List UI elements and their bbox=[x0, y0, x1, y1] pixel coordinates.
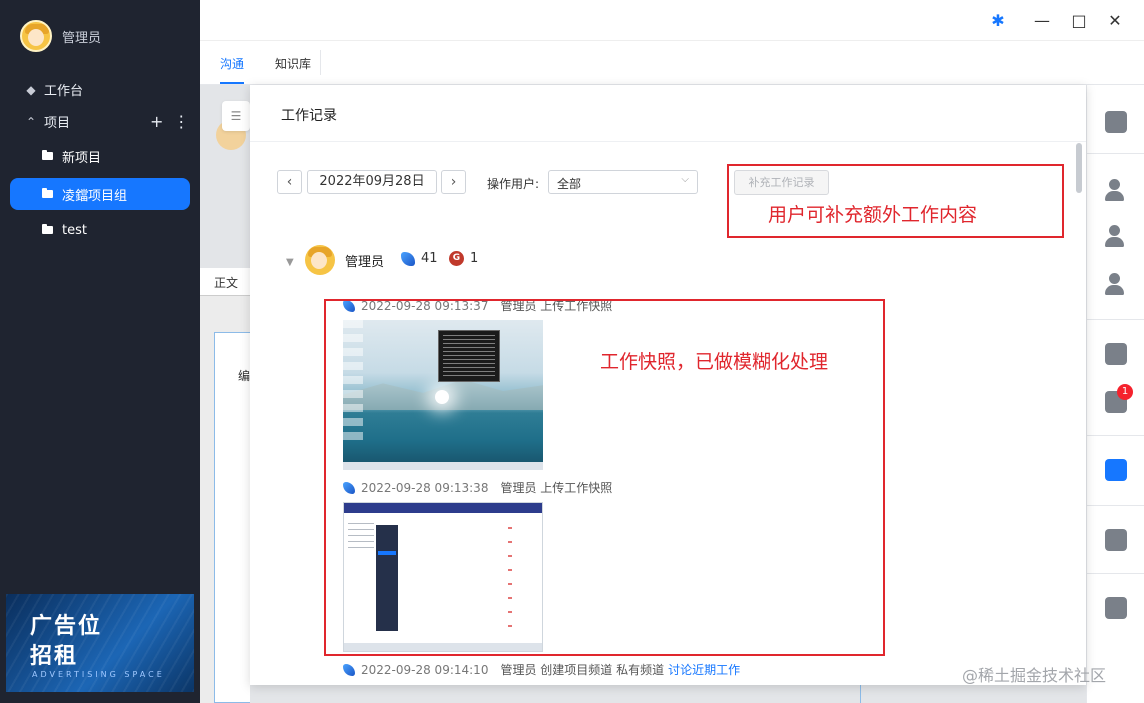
ad-line2: 招租 bbox=[30, 644, 79, 669]
prev-day-button[interactable]: ‹ bbox=[277, 170, 302, 194]
divider bbox=[1087, 319, 1144, 320]
record-text: 管理员 创建项目频道 私有频道 bbox=[500, 663, 665, 677]
document-icon[interactable] bbox=[1105, 111, 1127, 133]
members-icon[interactable] bbox=[1105, 179, 1127, 201]
bug-icon[interactable]: ✱ bbox=[986, 8, 1010, 32]
nav-projects-label: 项目 bbox=[44, 116, 71, 131]
background-strip: 正文 bbox=[200, 268, 250, 296]
scrollbar[interactable] bbox=[1076, 143, 1082, 193]
watermark: @稀土掘金技术社区 bbox=[962, 666, 1107, 685]
tab-divider bbox=[320, 50, 321, 75]
sidebar: 管理员 ◆ 工作台 ⌃ 项目 + ⋮ 新项目 凌鐺项目组 test 广告位 招租… bbox=[0, 0, 200, 703]
next-day-button[interactable]: › bbox=[441, 170, 466, 194]
star-member-icon[interactable] bbox=[1105, 225, 1127, 247]
cube-icon: ◆ bbox=[26, 82, 36, 97]
sidebar-item-lingdang[interactable]: 凌鐺项目组 bbox=[10, 178, 190, 210]
title-bar: ✱ — □ ✕ bbox=[200, 0, 1144, 40]
record-user-name: 管理员 bbox=[345, 255, 385, 270]
annotation-add-text: 用户可补充额外工作内容 bbox=[768, 204, 978, 226]
divider bbox=[1087, 153, 1144, 154]
date-picker[interactable]: 2022年09月28日 bbox=[307, 170, 437, 194]
nav-workbench[interactable]: ◆ 工作台 bbox=[24, 80, 84, 100]
user-filter-select[interactable]: 全部 ⌵ bbox=[548, 170, 698, 194]
background-doc-inner bbox=[214, 332, 250, 703]
annotation-snapshot-text: 工作快照，已做模糊化处理 bbox=[600, 351, 829, 373]
ad-banner[interactable]: 广告位 招租 ADVERTISING SPACE bbox=[6, 594, 194, 692]
record-time: 2022-09-28 09:14:10 bbox=[361, 662, 489, 677]
g-count: 1 bbox=[470, 251, 479, 266]
bird-icon bbox=[401, 251, 415, 266]
nav-workbench-label: 工作台 bbox=[44, 84, 84, 99]
chevron-down-icon: ⌵ bbox=[681, 174, 689, 185]
folder-icon bbox=[42, 150, 53, 160]
tab-bar: 沟通 知识库 bbox=[200, 40, 1144, 85]
user-name: 管理员 bbox=[62, 30, 102, 46]
bird-count: 41 bbox=[421, 251, 438, 266]
user-filter-label: 操作用户: bbox=[487, 177, 540, 191]
sidebar-item-label: 新项目 bbox=[62, 150, 102, 166]
g-stat: G 1 bbox=[449, 251, 478, 266]
close-icon[interactable]: ✕ bbox=[1103, 8, 1127, 32]
sidebar-item-test[interactable]: test bbox=[10, 214, 190, 246]
apps-icon[interactable] bbox=[1105, 597, 1127, 619]
nav-projects[interactable]: ⌃ 项目 bbox=[24, 112, 71, 132]
notification-badge: 1 bbox=[1117, 384, 1133, 400]
divider bbox=[1087, 573, 1144, 574]
record-entry: 2022-09-28 09:14:10 管理员 创建项目频道 私有频道 讨论近期… bbox=[343, 661, 740, 678]
right-toolbar bbox=[1086, 85, 1144, 703]
maximize-icon[interactable]: □ bbox=[1067, 8, 1091, 32]
folder-icon bbox=[42, 188, 53, 198]
user-profile[interactable]: 管理员 bbox=[20, 20, 101, 52]
work-record-icon[interactable] bbox=[1105, 459, 1127, 481]
channel-link[interactable]: 讨论近期工作 bbox=[668, 661, 740, 678]
ad-line3: ADVERTISING SPACE bbox=[32, 670, 165, 679]
g-icon: G bbox=[449, 251, 464, 266]
divider bbox=[1087, 505, 1144, 506]
bird-icon bbox=[343, 663, 355, 676]
folder-icon bbox=[42, 224, 53, 234]
more-vertical-icon[interactable]: ⋮ bbox=[173, 112, 189, 131]
tab-knowledge[interactable]: 知识库 bbox=[275, 55, 311, 72]
note-icon[interactable] bbox=[1105, 343, 1127, 365]
chevron-up-icon: ⌃ bbox=[25, 114, 37, 129]
sidebar-item-label: test bbox=[62, 222, 87, 238]
panel-title: 工作记录 bbox=[281, 108, 337, 124]
avatar bbox=[305, 245, 335, 275]
sidebar-item-label: 凌鐺项目组 bbox=[62, 188, 128, 204]
ad-line1: 广告位 bbox=[30, 614, 103, 639]
minimize-icon[interactable]: — bbox=[1030, 8, 1054, 32]
avatar bbox=[20, 20, 52, 52]
divider bbox=[1087, 435, 1144, 436]
bird-stat: 41 bbox=[401, 251, 438, 266]
background-doc-text: 编 bbox=[238, 369, 251, 383]
sidebar-item-new-project[interactable]: 新项目 bbox=[10, 140, 190, 172]
divider bbox=[250, 141, 1086, 142]
user-filter-value: 全部 bbox=[557, 177, 582, 191]
favorite-member-icon[interactable] bbox=[1105, 273, 1127, 295]
add-project-icon[interactable]: + bbox=[150, 112, 163, 131]
project-actions: + ⋮ bbox=[150, 112, 189, 131]
tab-chat[interactable]: 沟通 bbox=[220, 55, 244, 72]
tab-active-indicator bbox=[220, 82, 244, 84]
download-icon[interactable] bbox=[1105, 529, 1127, 551]
collapse-panel-icon[interactable]: ☰ bbox=[222, 101, 250, 131]
collapse-caret-icon[interactable]: ▼ bbox=[286, 257, 294, 268]
